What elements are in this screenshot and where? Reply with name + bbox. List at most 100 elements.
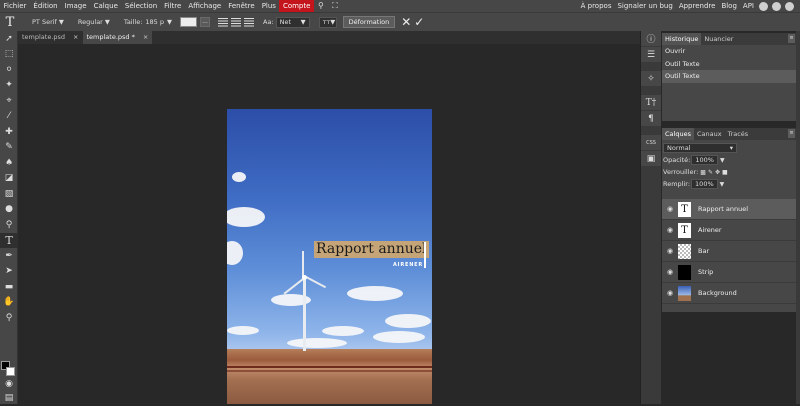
eye-icon[interactable]: ◉ bbox=[664, 268, 676, 276]
magic-wand-icon[interactable]: ✦ bbox=[0, 78, 18, 94]
more-button[interactable]: ... bbox=[200, 17, 211, 27]
chevron-down-icon[interactable]: ▼ bbox=[720, 157, 725, 164]
blur-tool-icon[interactable]: ● bbox=[0, 202, 18, 218]
fullscreen-icon[interactable]: ⛶ bbox=[330, 1, 340, 11]
history-item[interactable]: Ouvrir bbox=[662, 45, 796, 58]
eyedropper-icon[interactable]: ⁄ bbox=[0, 109, 18, 125]
screen-mode-icon[interactable]: ▤ bbox=[0, 390, 18, 406]
eye-icon[interactable]: ◉ bbox=[664, 289, 676, 297]
eye-icon[interactable]: ◉ bbox=[664, 205, 676, 213]
move-tool-icon[interactable]: ➚ bbox=[0, 31, 18, 47]
chevron-down-icon[interactable]: ▼ bbox=[720, 181, 725, 188]
size-arrow[interactable]: ▼ bbox=[167, 18, 172, 26]
menu-selection[interactable]: Sélection bbox=[121, 0, 160, 12]
panel-menu-icon[interactable]: ≡ bbox=[788, 129, 795, 138]
text-transform-select[interactable]: тт ▼ bbox=[318, 16, 337, 28]
healing-tool-icon[interactable]: ✚ bbox=[0, 124, 18, 140]
hand-tool-icon[interactable]: ✋ bbox=[0, 295, 18, 311]
tab-nuancier[interactable]: Nuancier bbox=[701, 33, 736, 45]
confirm-icon[interactable]: ✓ bbox=[414, 15, 424, 29]
dodge-tool-icon[interactable]: ⚲ bbox=[0, 217, 18, 233]
lock-pixels-icon[interactable]: ✎ bbox=[708, 169, 713, 176]
panel-menu-icon[interactable]: ≡ bbox=[788, 34, 795, 43]
text-tool-icon[interactable]: T bbox=[0, 232, 18, 248]
gradient-tool-icon[interactable]: ▧ bbox=[0, 186, 18, 202]
menu-compte[interactable]: Compte bbox=[279, 0, 314, 12]
facebook-icon[interactable] bbox=[785, 1, 794, 11]
reddit-icon[interactable] bbox=[759, 1, 768, 11]
layer-row[interactable]: ◉ Bar bbox=[662, 241, 796, 262]
layer-row[interactable]: ◉ Background bbox=[662, 283, 796, 304]
menu-plus[interactable]: Plus bbox=[258, 0, 279, 12]
pen-tool-icon[interactable]: ✒ bbox=[0, 248, 18, 264]
lock-position-icon[interactable]: ✥ bbox=[715, 169, 720, 176]
lasso-tool-icon[interactable]: ⚪ bbox=[0, 62, 18, 78]
menu-affichage[interactable]: Affichage bbox=[185, 0, 225, 12]
crop-tool-icon[interactable]: ⌖ bbox=[0, 93, 18, 109]
layer-thumbnail bbox=[678, 285, 691, 301]
layer-row[interactable]: ◉ T Airener bbox=[662, 220, 796, 241]
fill-value[interactable]: 100% bbox=[691, 179, 718, 189]
brush-settings-icon[interactable]: ✧ bbox=[641, 71, 661, 87]
eraser-tool-icon[interactable]: ◪ bbox=[0, 171, 18, 187]
stamp-tool-icon[interactable]: ♠ bbox=[0, 155, 18, 171]
image-icon[interactable]: ▣ bbox=[641, 151, 661, 167]
css-icon[interactable]: CSS bbox=[641, 135, 661, 151]
tab-template-modified[interactable]: template.psd * × bbox=[82, 31, 153, 44]
canvas-title-text[interactable]: Rapport annuel bbox=[314, 241, 429, 258]
blend-mode-select[interactable]: Normal ▾ bbox=[663, 143, 737, 153]
zoom-tool-icon[interactable]: ⚲ bbox=[0, 310, 18, 326]
brush-tool-icon[interactable]: ✎ bbox=[0, 140, 18, 156]
tab-calques[interactable]: Calques bbox=[662, 128, 694, 140]
opacity-value[interactable]: 100% bbox=[691, 155, 718, 165]
menu-fenetre[interactable]: Fenêtre bbox=[225, 0, 258, 12]
tab-traces[interactable]: Tracés bbox=[725, 128, 752, 140]
info-icon[interactable]: ⓘ bbox=[641, 31, 661, 47]
properties-icon[interactable]: ☰ bbox=[641, 47, 661, 63]
link-blog[interactable]: Blog bbox=[718, 0, 739, 12]
search-icon[interactable]: ⚲ bbox=[316, 1, 326, 11]
eye-icon[interactable]: ◉ bbox=[664, 247, 676, 255]
align-left-icon[interactable] bbox=[218, 17, 229, 27]
shape-tool-icon[interactable]: ▬ bbox=[0, 279, 18, 295]
tab-historique[interactable]: Historique bbox=[662, 33, 702, 45]
eye-icon[interactable]: ◉ bbox=[664, 226, 676, 234]
link-a-propos[interactable]: À propos bbox=[578, 0, 615, 12]
close-icon[interactable]: × bbox=[73, 31, 78, 44]
text-color-swatch[interactable] bbox=[180, 17, 198, 27]
menu-calque[interactable]: Calque bbox=[90, 0, 121, 12]
document-canvas[interactable]: Rapport annuel AIRENER bbox=[227, 109, 432, 404]
tab-template[interactable]: template.psd × bbox=[18, 31, 83, 44]
close-icon[interactable]: × bbox=[143, 31, 148, 44]
cancel-icon[interactable]: ✕ bbox=[401, 15, 411, 29]
menu-fichier[interactable]: Fichier bbox=[0, 0, 30, 12]
font-style-select[interactable]: Regular ▼ bbox=[78, 18, 110, 26]
field-image bbox=[227, 349, 432, 404]
link-apprendre[interactable]: Apprendre bbox=[676, 0, 719, 12]
lock-transparency-icon[interactable]: ▩ bbox=[700, 169, 706, 176]
font-family-select[interactable]: PT Serif ▼ bbox=[32, 18, 64, 26]
lock-all-icon[interactable]: ■ bbox=[722, 169, 728, 176]
link-signaler-bug[interactable]: Signaler un bug bbox=[614, 0, 675, 12]
size-value[interactable]: 185 p bbox=[145, 18, 164, 26]
character-icon[interactable]: T† bbox=[641, 95, 661, 111]
link-api[interactable]: API bbox=[740, 0, 757, 12]
antialias-select[interactable]: Net ▼ bbox=[275, 16, 310, 28]
marquee-tool-icon[interactable]: ⬚ bbox=[0, 47, 18, 63]
canvas-subtitle-text[interactable]: AIRENER bbox=[393, 262, 423, 268]
align-center-icon[interactable] bbox=[231, 17, 242, 27]
layer-row[interactable]: ◉ Strip bbox=[662, 262, 796, 283]
align-right-icon[interactable] bbox=[244, 17, 255, 27]
background-color-swatch[interactable] bbox=[6, 367, 15, 376]
history-item[interactable]: Outil Texte bbox=[662, 70, 796, 83]
paragraph-icon[interactable]: ¶ bbox=[641, 111, 661, 127]
menu-filtre[interactable]: Filtre bbox=[161, 0, 185, 12]
layer-row[interactable]: ◉ T Rapport annuel bbox=[662, 199, 796, 220]
tab-canaux[interactable]: Canaux bbox=[694, 128, 725, 140]
history-item[interactable]: Outil Texte bbox=[662, 58, 796, 71]
menu-edition[interactable]: Édition bbox=[30, 0, 61, 12]
warp-button[interactable]: Déformation bbox=[342, 16, 396, 28]
menu-image[interactable]: Image bbox=[61, 0, 90, 12]
twitter-icon[interactable] bbox=[772, 1, 781, 11]
path-select-icon[interactable]: ➤ bbox=[0, 264, 18, 280]
